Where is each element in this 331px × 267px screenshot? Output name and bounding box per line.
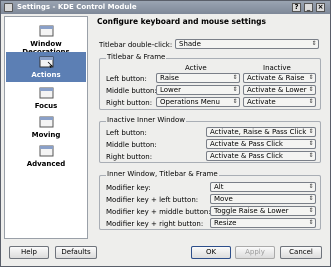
- row-label: Right button:: [106, 99, 153, 107]
- cancel-button[interactable]: Cancel: [280, 246, 322, 259]
- window-decorations-icon: [39, 25, 54, 37]
- sidebar-item-focus[interactable]: Focus: [6, 83, 86, 113]
- sidebar: Window Decorations Actions Focus Moving: [4, 16, 88, 239]
- advanced-icon: [39, 145, 54, 157]
- sidebar-item-label: Actions: [31, 71, 61, 79]
- row-label: Middle button:: [106, 87, 157, 95]
- row-label: Right button:: [106, 153, 153, 161]
- combo-arrow-icon: ⇕: [232, 74, 238, 81]
- focus-icon: [39, 87, 54, 99]
- sidebar-item-label: Focus: [34, 102, 58, 110]
- combo-arrow-icon: ⇕: [308, 74, 314, 81]
- group-title: Titlebar & Frame: [106, 53, 167, 61]
- inactive-left-combo[interactable]: Activate & Raise ⇕: [243, 73, 316, 83]
- row-label: Left button:: [106, 75, 147, 83]
- group-title: Inactive Inner Window: [106, 116, 186, 124]
- modifier-key-combo[interactable]: Alt ⇕: [210, 182, 316, 192]
- combo-value: Toggle Raise & Lower: [214, 207, 289, 215]
- combo-value: Resize: [214, 219, 237, 227]
- combo-arrow-icon: ⇕: [308, 207, 314, 214]
- ok-button[interactable]: OK: [191, 246, 231, 259]
- combo-arrow-icon: ⇕: [308, 219, 314, 226]
- modifier-left-combo[interactable]: Move ⇕: [210, 194, 316, 204]
- column-header-active: Active: [185, 64, 207, 72]
- modifier-middle-combo[interactable]: Toggle Raise & Lower ⇕: [210, 206, 316, 216]
- defaults-button[interactable]: Defaults: [55, 246, 97, 259]
- modifier-right-combo[interactable]: Resize ⇕: [210, 218, 316, 228]
- help-button[interactable]: Help: [9, 246, 49, 259]
- combo-value: Alt: [214, 183, 224, 191]
- sidebar-item-label: Moving: [31, 131, 61, 139]
- combo-arrow-icon: ⇕: [308, 140, 314, 147]
- help-icon[interactable]: ?: [292, 3, 301, 12]
- active-left-combo[interactable]: Raise ⇕: [156, 73, 240, 83]
- combo-value: Activate & Raise: [247, 74, 305, 82]
- inner-left-combo[interactable]: Activate, Raise & Pass Click ⇕: [206, 127, 316, 137]
- combo-value: Raise: [160, 74, 179, 82]
- row-label: Modifier key:: [106, 184, 151, 192]
- combo-arrow-icon: ⇕: [232, 98, 238, 105]
- column-header-inactive: Inactive: [263, 64, 291, 72]
- titlebar-dblclick-label: Titlebar double-click:: [99, 41, 173, 49]
- inactive-middle-combo[interactable]: Activate & Lower ⇕: [243, 85, 316, 95]
- close-icon[interactable]: ×: [316, 3, 325, 12]
- combo-value: Shade: [179, 40, 201, 48]
- group-title: Inner Window, Titlebar & Frame: [106, 170, 219, 178]
- combo-value: Lower: [160, 86, 181, 94]
- combo-arrow-icon: ⇕: [308, 128, 314, 135]
- combo-arrow-icon: ⇕: [308, 98, 314, 105]
- combo-value: Activate & Lower: [247, 86, 307, 94]
- actions-icon: [39, 56, 54, 68]
- moving-icon: [39, 116, 54, 128]
- sidebar-item-label: Advanced: [26, 160, 66, 168]
- sidebar-item-actions[interactable]: Actions: [6, 52, 86, 82]
- combo-arrow-icon: ⇕: [311, 40, 317, 47]
- combo-value: Operations Menu: [160, 98, 220, 106]
- sidebar-item-advanced[interactable]: Advanced: [6, 141, 86, 171]
- combo-value: Move: [214, 195, 233, 203]
- sidebar-item-window-decorations[interactable]: Window Decorations: [6, 21, 86, 56]
- sidebar-item-moving[interactable]: Moving: [6, 112, 86, 142]
- row-label: Left button:: [106, 129, 147, 137]
- page-title: Configure keyboard and mouse settings: [97, 17, 266, 26]
- inner-right-combo[interactable]: Activate & Pass Click ⇕: [206, 151, 316, 161]
- combo-arrow-icon: ⇕: [308, 152, 314, 159]
- settings-window: Settings - KDE Control Module ? _ × Wind…: [0, 0, 331, 267]
- window-title: Settings - KDE Control Module: [17, 3, 137, 11]
- app-icon[interactable]: [4, 3, 13, 12]
- apply-button[interactable]: Apply: [235, 246, 275, 259]
- row-label: Middle button:: [106, 141, 157, 149]
- combo-arrow-icon: ⇕: [308, 183, 314, 190]
- titlebar-dblclick-combo[interactable]: Shade ⇕: [175, 39, 319, 49]
- titlebar[interactable]: Settings - KDE Control Module ? _ ×: [1, 1, 330, 14]
- minimize-icon[interactable]: _: [304, 3, 313, 12]
- row-label: Modifier key + right button:: [106, 220, 204, 228]
- inner-middle-combo[interactable]: Activate & Pass Click ⇕: [206, 139, 316, 149]
- combo-value: Activate: [247, 98, 276, 106]
- combo-value: Activate, Raise & Pass Click: [210, 128, 307, 136]
- combo-arrow-icon: ⇕: [308, 195, 314, 202]
- combo-value: Activate & Pass Click: [210, 152, 283, 160]
- combo-arrow-icon: ⇕: [308, 86, 314, 93]
- row-label: Modifier key + middle button:: [106, 208, 211, 216]
- row-label: Modifier key + left button:: [106, 196, 199, 204]
- combo-arrow-icon: ⇕: [232, 86, 238, 93]
- inactive-right-combo[interactable]: Activate ⇕: [243, 97, 316, 107]
- active-right-combo[interactable]: Operations Menu ⇕: [156, 97, 240, 107]
- active-middle-combo[interactable]: Lower ⇕: [156, 85, 240, 95]
- combo-value: Activate & Pass Click: [210, 140, 283, 148]
